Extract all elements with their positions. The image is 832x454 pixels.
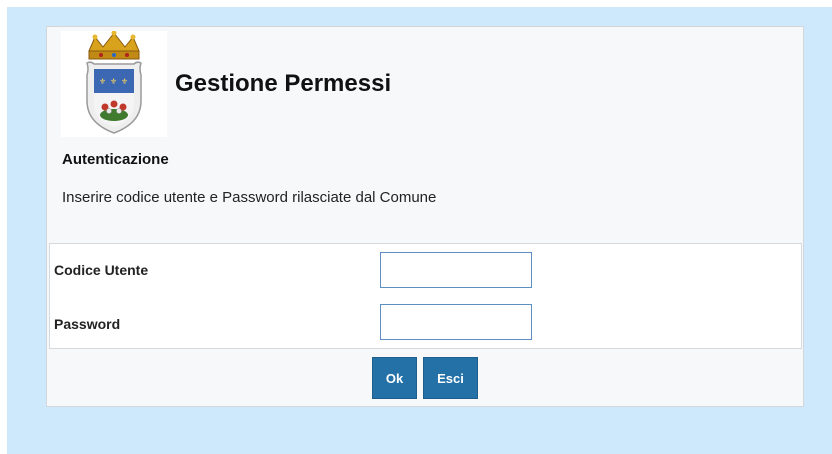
- esci-button[interactable]: Esci: [423, 357, 478, 399]
- page-background: ⚜ ⚜ ⚜ Gestione Permessi Autenticazione I…: [7, 7, 832, 454]
- auth-section-title: Autenticazione: [62, 151, 169, 168]
- password-input[interactable]: [380, 304, 532, 340]
- svg-text:⚜: ⚜: [110, 77, 117, 86]
- svg-text:⚜: ⚜: [99, 77, 106, 86]
- ok-button[interactable]: Ok: [372, 357, 417, 399]
- svg-text:⚜: ⚜: [121, 77, 128, 86]
- app-title: Gestione Permessi: [175, 70, 392, 97]
- login-panel: ⚜ ⚜ ⚜ Gestione Permessi Autenticazione I…: [46, 26, 804, 407]
- user-code-input[interactable]: [380, 252, 532, 288]
- user-code-label: Codice Utente: [54, 262, 149, 278]
- password-label: Password: [54, 316, 121, 332]
- auth-instructions: Inserire codice utente e Password rilasc…: [62, 189, 437, 206]
- login-form: Codice Utente Password: [49, 243, 802, 349]
- coat-of-arms-icon: ⚜ ⚜ ⚜: [61, 31, 167, 137]
